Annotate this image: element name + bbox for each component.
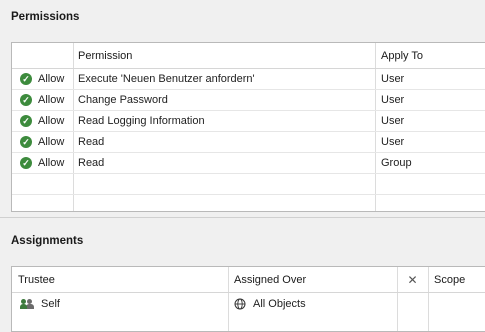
permission-cell[interactable]: Change Password [78,90,168,110]
check-circle-icon: ✓ [20,94,32,106]
trustee-cell[interactable]: Self [20,293,60,315]
column-header-trustee[interactable]: Trustee [18,267,55,292]
status-cell[interactable]: ✓ Allow [20,111,64,131]
status-label: Allow [38,157,65,169]
trustee-label: Self [41,298,60,310]
apply-to-cell[interactable]: Group [381,153,412,173]
apply-to-cell[interactable]: User [381,69,404,89]
column-header-assigned-over[interactable]: Assigned Over [234,267,306,292]
column-header-permission[interactable]: Permission [78,43,132,68]
apply-to-cell[interactable]: User [381,111,404,131]
remove-column-button[interactable]: ✕ [397,267,428,292]
section-divider [0,217,485,218]
check-circle-icon: ✓ [20,115,32,127]
status-cell[interactable]: ✓ Allow [20,132,64,152]
status-cell[interactable]: ✓ Allow [20,153,64,173]
permissions-title: Permissions [11,11,80,23]
permission-cell[interactable]: Execute 'Neuen Benutzer anfordern' [78,69,255,89]
apply-to-cell[interactable]: User [381,132,404,152]
permission-cell[interactable]: Read Logging Information [78,111,205,131]
permissions-grid[interactable]: Permission Apply To ✓ Allow Execute 'Neu… [11,42,485,212]
check-circle-icon: ✓ [20,73,32,85]
status-label: Allow [38,94,65,106]
permission-cell[interactable]: Read [78,153,104,173]
assigned-over-label: All Objects [253,298,306,310]
status-label: Allow [38,73,65,85]
column-header-apply-to[interactable]: Apply To [381,43,423,68]
users-icon [20,298,35,310]
apply-to-cell[interactable]: User [381,90,404,110]
assignments-title: Assignments [11,235,84,247]
status-cell[interactable]: ✓ Allow [20,90,64,110]
status-cell[interactable]: ✓ Allow [20,69,64,89]
check-circle-icon: ✓ [20,136,32,148]
check-circle-icon: ✓ [20,157,32,169]
status-label: Allow [38,115,65,127]
permission-cell[interactable]: Read [78,132,104,152]
assigned-over-cell[interactable]: All Objects [234,293,306,315]
globe-icon [234,298,246,310]
assignments-grid[interactable]: Trustee Assigned Over ✕ Scope Self All O… [11,266,485,332]
column-header-scope[interactable]: Scope [434,267,465,292]
status-label: Allow [38,136,65,148]
